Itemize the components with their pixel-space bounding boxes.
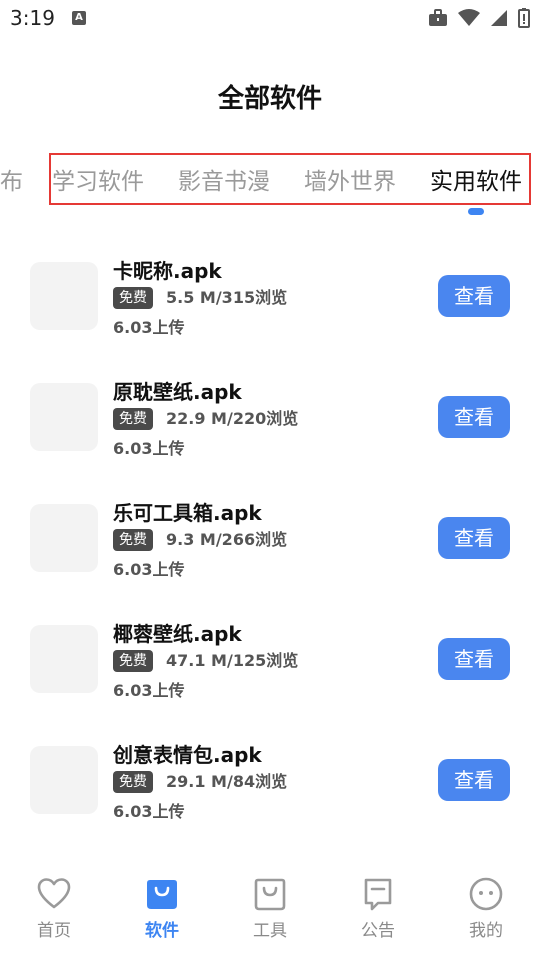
nav-label: 公告	[361, 921, 395, 941]
view-button[interactable]: 查看	[438, 275, 510, 317]
list-item[interactable]: 创意表情包.apk 免费 29.1 M/84浏览 6.03上传 查看	[0, 724, 540, 844]
app-size-views: 47.1 M/125浏览	[166, 651, 299, 670]
app-thumbnail	[30, 383, 98, 451]
app-upload-date: 6.03上传	[113, 802, 185, 821]
status-bar: 3:19 A	[0, 0, 540, 38]
app-size-views: 9.3 M/266浏览	[166, 530, 288, 549]
free-badge: 免费	[113, 650, 153, 672]
nav-item-profile[interactable]: 我的	[432, 876, 540, 941]
nav-item-home[interactable]: 首页	[0, 876, 108, 941]
view-button[interactable]: 查看	[438, 517, 510, 559]
bottom-nav: 首页 软件 工具 公告 我的	[0, 860, 540, 960]
app-upload-date: 6.03上传	[113, 318, 185, 337]
app-thumbnail	[30, 625, 98, 693]
face-icon	[469, 877, 503, 911]
view-button[interactable]: 查看	[438, 759, 510, 801]
shopping-bag-icon	[254, 878, 286, 911]
app-name: 椰蓉壁纸.apk	[113, 622, 242, 646]
app-name: 创意表情包.apk	[113, 743, 262, 767]
notification-a-icon: A	[72, 11, 86, 25]
nav-item-software[interactable]: 软件	[108, 876, 216, 941]
nav-label: 工具	[253, 921, 287, 941]
tab-highlight-box	[49, 153, 531, 205]
tab-partial[interactable]: 布	[0, 162, 23, 196]
signal-icon	[491, 10, 507, 26]
app-size-views: 22.9 M/220浏览	[166, 409, 299, 428]
heart-icon	[37, 878, 71, 909]
free-badge: 免费	[113, 287, 153, 309]
app-thumbnail	[30, 504, 98, 572]
app-upload-date: 6.03上传	[113, 560, 185, 579]
app-size-views: 29.1 M/84浏览	[166, 772, 288, 791]
free-badge: 免费	[113, 529, 153, 551]
active-tab-indicator	[468, 208, 484, 215]
bag-icon	[147, 880, 177, 909]
free-badge: 免费	[113, 771, 153, 793]
nav-label: 我的	[469, 921, 503, 941]
view-button[interactable]: 查看	[438, 638, 510, 680]
free-badge: 免费	[113, 408, 153, 430]
wifi-icon	[458, 9, 480, 26]
list-item[interactable]: 卡昵称.apk 免费 5.5 M/315浏览 6.03上传 查看	[0, 240, 540, 360]
list-item[interactable]: 原耽壁纸.apk 免费 22.9 M/220浏览 6.03上传 查看	[0, 361, 540, 481]
status-time: 3:19	[10, 6, 55, 30]
bookmark-icon	[364, 878, 392, 911]
app-name: 原耽壁纸.apk	[113, 380, 242, 404]
page-title: 全部软件	[217, 84, 322, 114]
nav-label: 首页	[37, 921, 71, 941]
app-name: 卡昵称.apk	[113, 259, 222, 283]
battery-icon	[518, 8, 530, 28]
status-icons	[428, 8, 530, 28]
briefcase-icon	[429, 9, 447, 26]
view-button[interactable]: 查看	[438, 396, 510, 438]
app-size-views: 5.5 M/315浏览	[166, 288, 288, 307]
app-name: 乐可工具箱.apk	[113, 501, 262, 525]
app-upload-date: 6.03上传	[113, 439, 185, 458]
nav-label: 软件	[145, 921, 179, 941]
list-item[interactable]: 椰蓉壁纸.apk 免费 47.1 M/125浏览 6.03上传 查看	[0, 603, 540, 723]
nav-item-announcements[interactable]: 公告	[324, 876, 432, 941]
nav-item-tools[interactable]: 工具	[216, 876, 324, 941]
list-item[interactable]: 乐可工具箱.apk 免费 9.3 M/266浏览 6.03上传 查看	[0, 482, 540, 602]
app-upload-date: 6.03上传	[113, 681, 185, 700]
app-thumbnail	[30, 746, 98, 814]
app-thumbnail	[30, 262, 98, 330]
